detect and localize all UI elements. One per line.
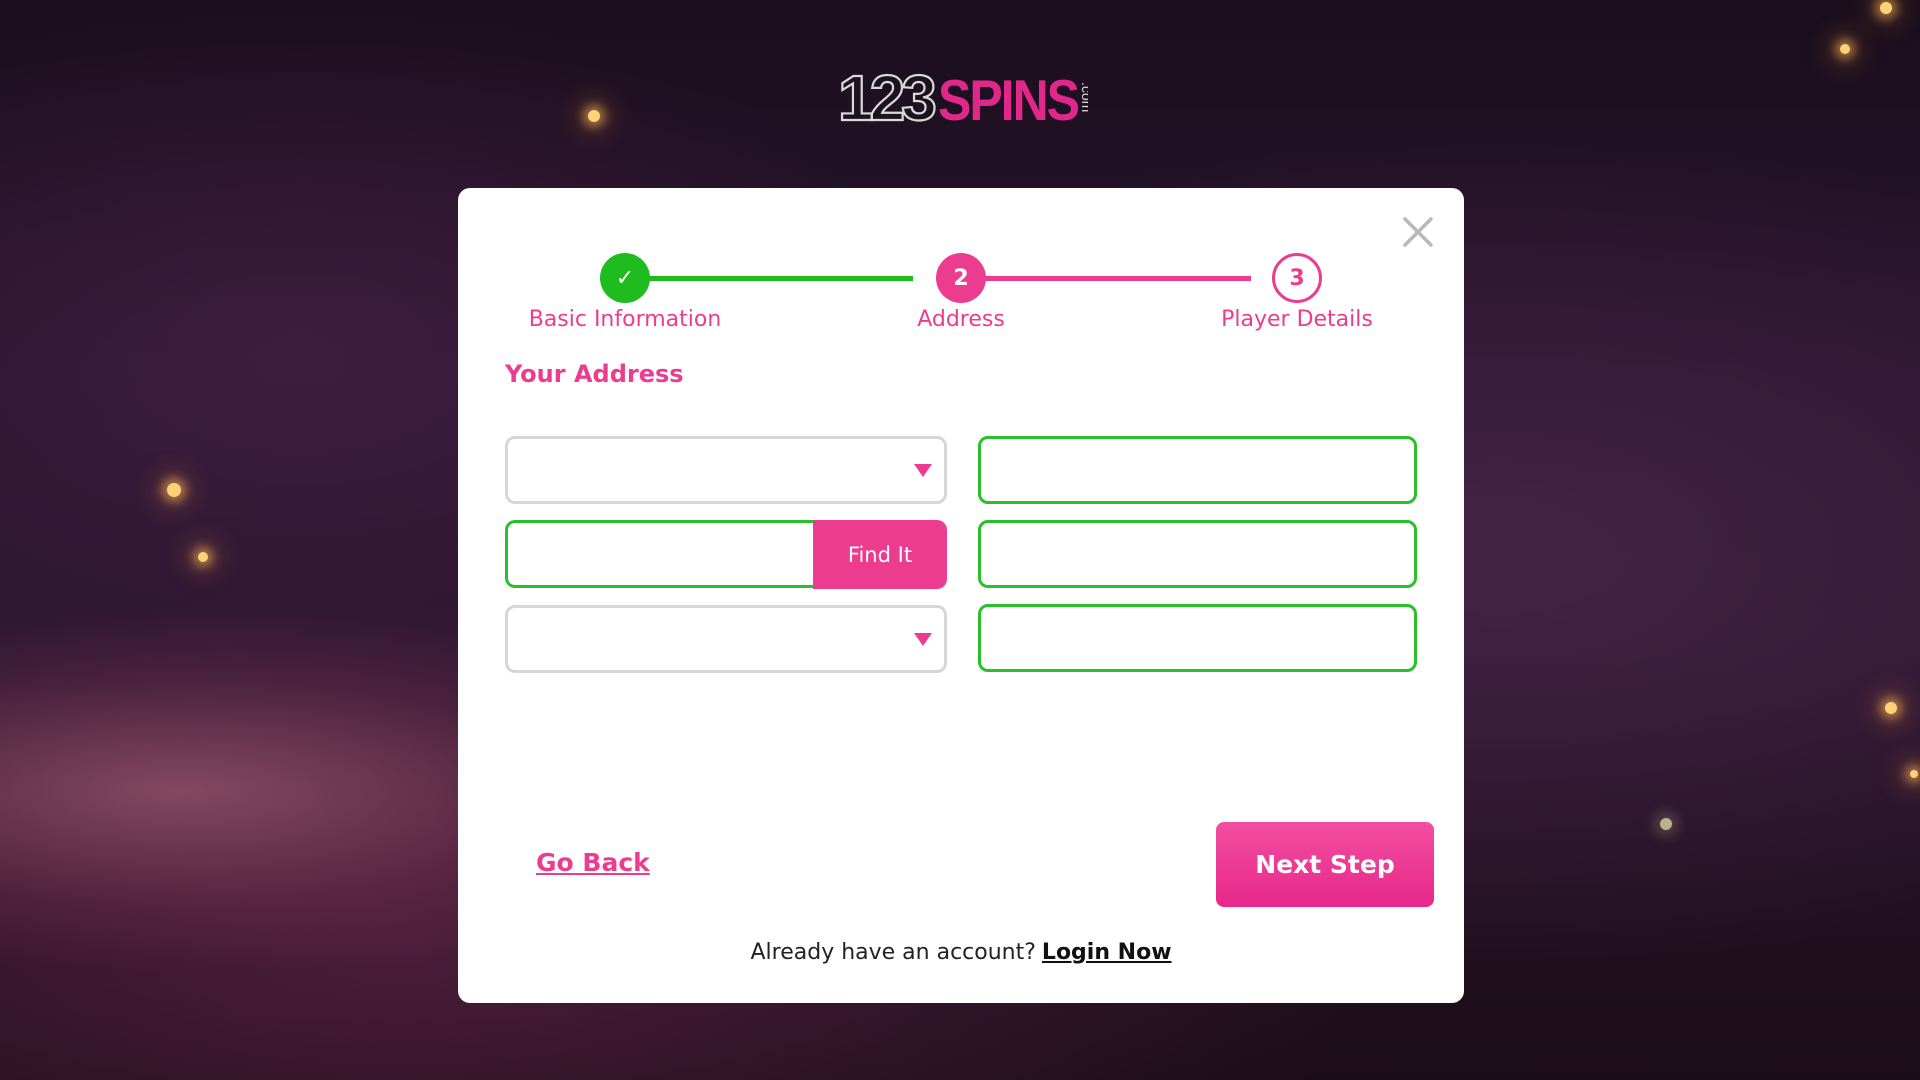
- step-label-address: Address: [917, 307, 1005, 332]
- step-2-marker: 2: [936, 253, 986, 303]
- progress-line-complete: [625, 276, 913, 281]
- postcode-field[interactable]: [978, 604, 1417, 672]
- step-1-check-icon: ✓: [600, 253, 650, 303]
- account-prompt-text: Already have an account?: [750, 940, 1036, 965]
- progress-stepper: ✓ 2 3 Basic Information Address Player D…: [458, 243, 1464, 343]
- login-prompt: Already have an account? Login Now: [458, 940, 1464, 965]
- chevron-down-icon: [914, 464, 932, 477]
- background-star: [1840, 44, 1850, 54]
- background-star: [588, 110, 600, 122]
- step-3-marker: 3: [1272, 253, 1322, 303]
- background-star: [167, 483, 181, 497]
- progress-line-remaining: [961, 276, 1251, 281]
- background-star: [198, 552, 208, 562]
- background-star: [1660, 818, 1672, 830]
- registration-modal: ✓ 2 3 Basic Information Address Player D…: [458, 188, 1464, 1003]
- background-star: [1880, 2, 1892, 14]
- address-select[interactable]: [505, 605, 947, 673]
- svg-text:SPINS: SPINS: [938, 69, 1078, 132]
- step-label-player-details: Player Details: [1221, 307, 1373, 332]
- next-step-button[interactable]: Next Step: [1216, 822, 1434, 907]
- city-field[interactable]: [978, 520, 1417, 588]
- find-address-button[interactable]: Find It: [813, 520, 947, 589]
- section-title: Your Address: [505, 360, 684, 388]
- background-star: [1910, 770, 1918, 778]
- postcode-input[interactable]: [505, 520, 817, 588]
- go-back-link[interactable]: Go Back: [536, 848, 650, 877]
- country-select[interactable]: [505, 436, 947, 504]
- chevron-down-icon: [914, 633, 932, 646]
- address-line-field[interactable]: [978, 436, 1417, 504]
- brand-logo: 123 SPINS .com: [838, 61, 1088, 132]
- svg-text:123: 123: [838, 62, 935, 132]
- step-label-basic-information: Basic Information: [528, 307, 722, 332]
- login-now-link[interactable]: Login Now: [1042, 940, 1172, 965]
- svg-text:.com: .com: [1079, 82, 1088, 112]
- background-star: [1885, 702, 1897, 714]
